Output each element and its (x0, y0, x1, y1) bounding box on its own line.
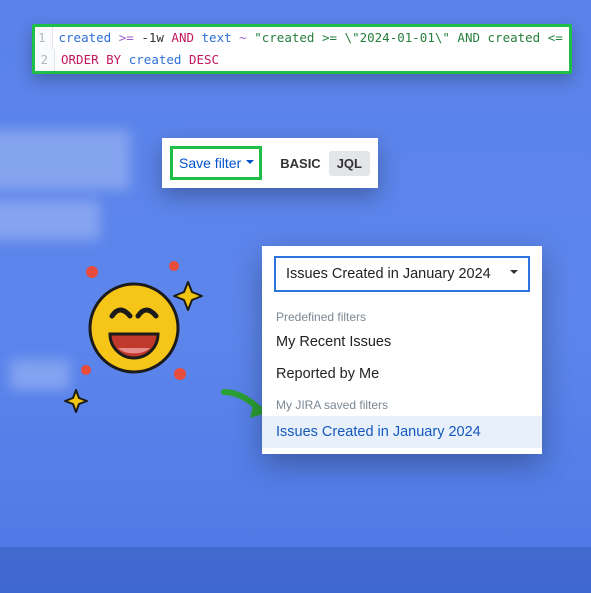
code-line-1: created >= -1w AND text ~ "created >= \"… (53, 27, 570, 49)
save-filter-label: Save filter (179, 155, 241, 171)
happy-emoji-illustration (68, 258, 238, 418)
basic-mode-button[interactable]: BASIC (272, 151, 328, 176)
dropdown-option-reported[interactable]: Reported by Me (262, 358, 542, 390)
filter-select-value: Issues Created in January 2024 (286, 266, 491, 282)
line-number: 1 (35, 27, 53, 49)
filter-toolbar: Save filter BASIC JQL (162, 138, 378, 188)
dropdown-section-saved: My JIRA saved filters (262, 390, 542, 414)
line-number: 2 (35, 49, 55, 71)
chevron-down-icon (245, 154, 255, 172)
dropdown-section-predefined: Predefined filters (262, 302, 542, 326)
query-mode-toggle: BASIC JQL (272, 148, 370, 178)
filter-select[interactable]: Issues Created in January 2024 (274, 256, 530, 292)
jql-code-box: 1 created >= -1w AND text ~ "created >= … (32, 24, 572, 74)
jql-mode-button[interactable]: JQL (329, 151, 370, 176)
save-filter-button[interactable]: Save filter (170, 146, 262, 180)
dropdown-option-recent[interactable]: My Recent Issues (262, 326, 542, 358)
code-line-2: ORDER BY created DESC (55, 49, 225, 71)
filter-dropdown-panel: Issues Created in January 2024 Predefine… (262, 246, 542, 454)
dropdown-option-jan2024[interactable]: Issues Created in January 2024 (262, 416, 542, 448)
chevron-down-icon (508, 266, 520, 282)
